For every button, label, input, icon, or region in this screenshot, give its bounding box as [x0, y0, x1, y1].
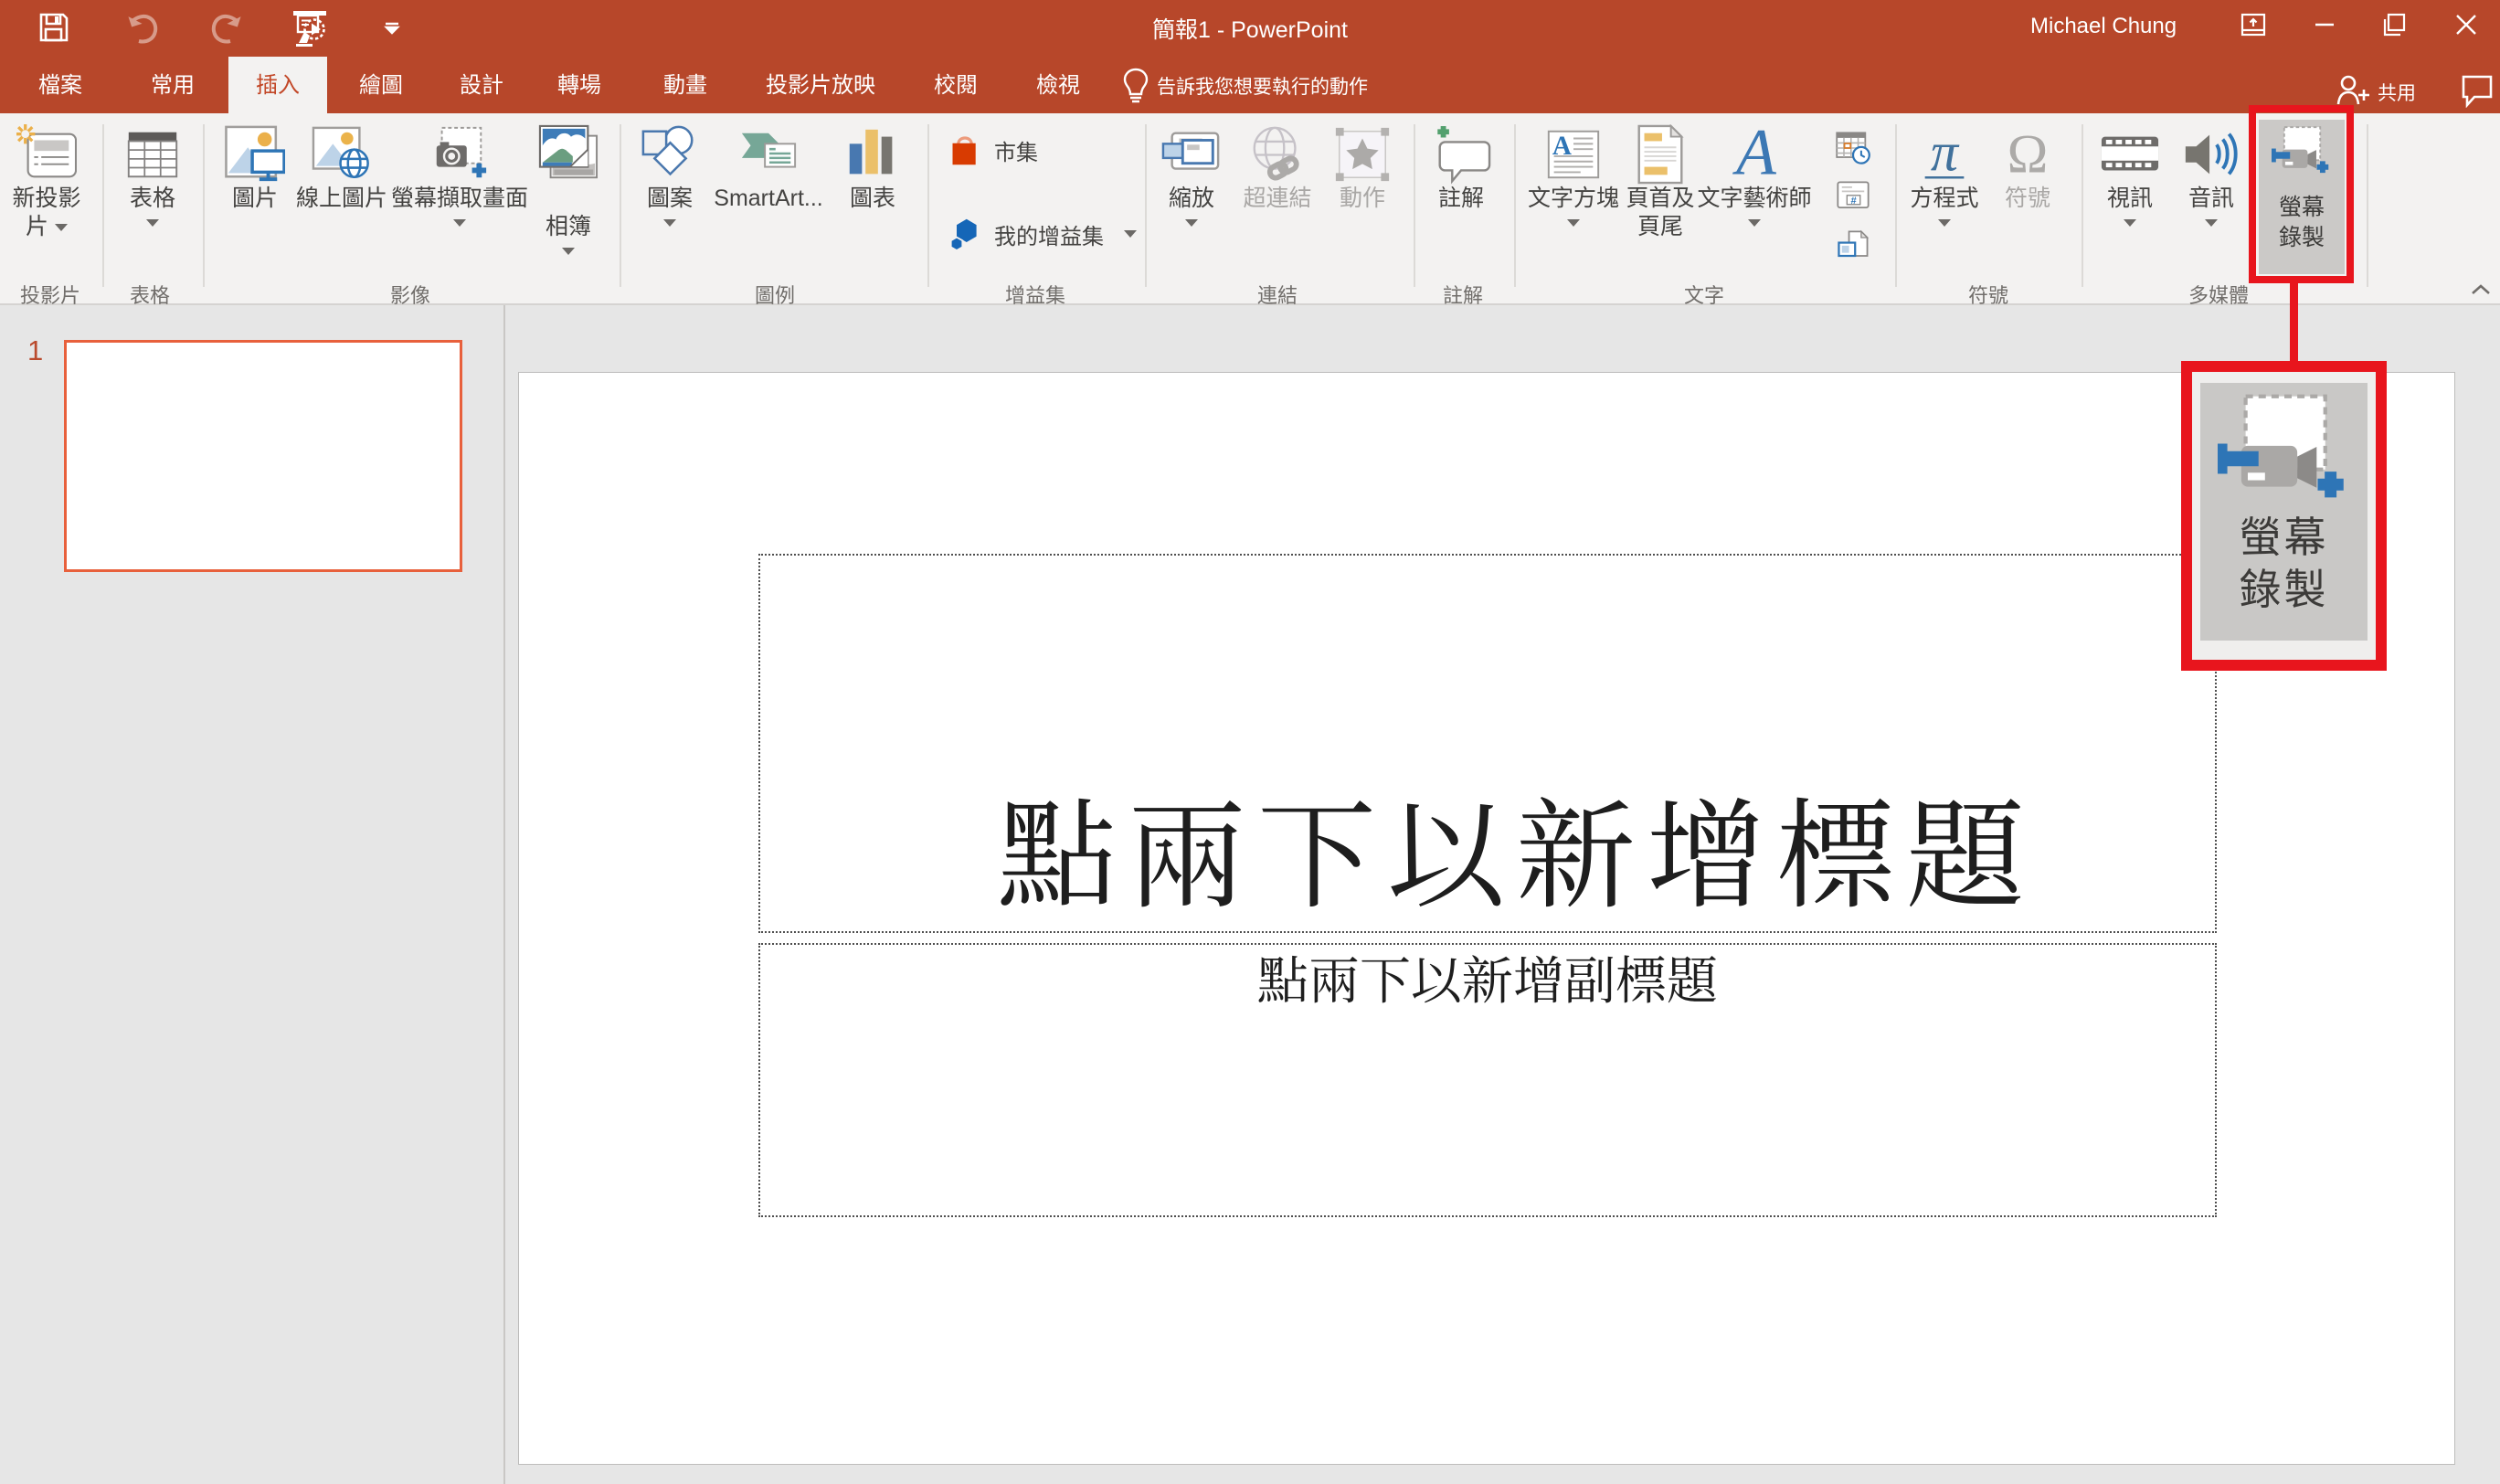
svg-text:π: π [1931, 124, 1960, 183]
svg-text:A: A [1732, 124, 1777, 185]
svg-text:#: # [1850, 196, 1856, 207]
svg-text:Ω: Ω [2007, 124, 2049, 185]
